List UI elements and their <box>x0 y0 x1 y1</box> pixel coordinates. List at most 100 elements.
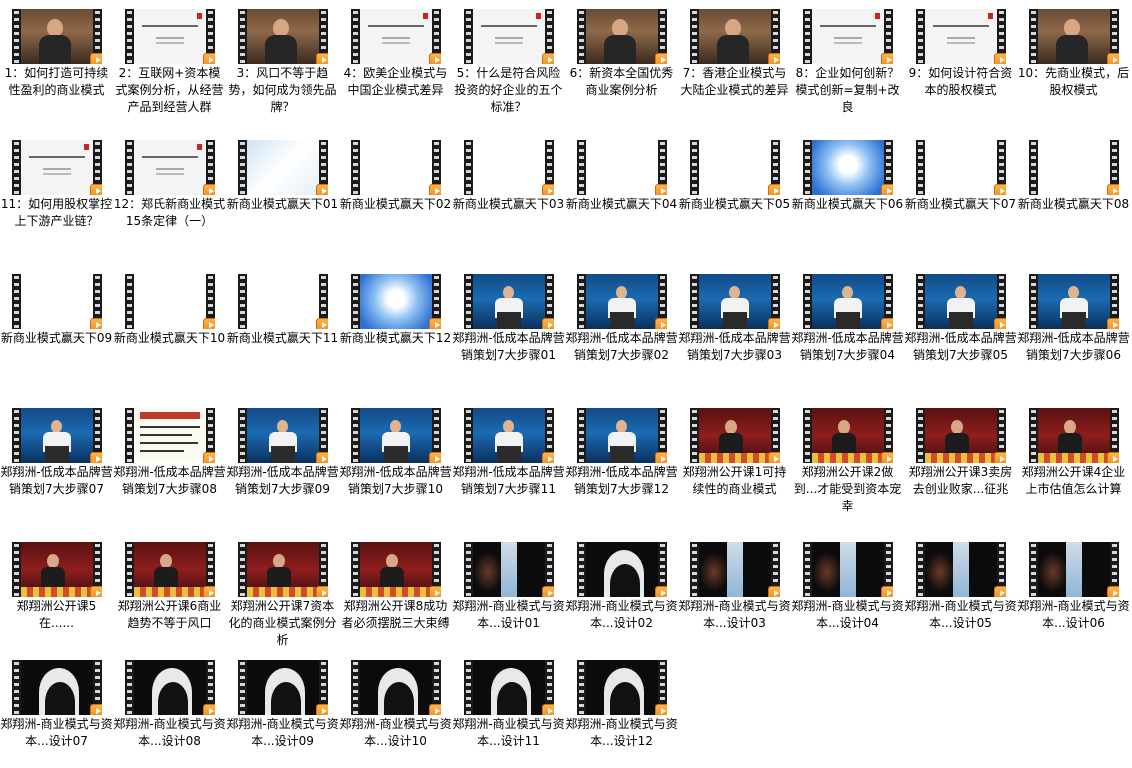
thumbnail-image <box>247 408 319 463</box>
video-thumbnail[interactable] <box>916 9 1006 64</box>
video-thumbnail[interactable] <box>238 660 328 715</box>
video-thumbnail[interactable] <box>1029 542 1119 597</box>
thumbnail-image <box>699 542 771 597</box>
video-thumbnail[interactable] <box>351 140 441 195</box>
video-thumbnail[interactable] <box>12 408 102 463</box>
video-thumbnail[interactable] <box>916 408 1006 463</box>
video-thumbnail[interactable] <box>238 9 328 64</box>
play-icon <box>1107 586 1119 597</box>
video-thumbnail[interactable] <box>238 140 328 195</box>
video-thumbnail[interactable] <box>12 9 102 64</box>
video-thumbnail[interactable] <box>351 9 441 64</box>
video-thumbnail[interactable] <box>577 408 667 463</box>
video-thumbnail[interactable] <box>238 274 328 329</box>
thumbnail-image <box>134 274 206 329</box>
video-thumbnail[interactable] <box>690 140 780 195</box>
video-thumbnail[interactable] <box>690 542 780 597</box>
thumbnail-image <box>1038 274 1110 329</box>
video-thumbnail[interactable] <box>803 542 893 597</box>
thumbnail-image <box>699 408 771 463</box>
play-icon <box>655 704 667 715</box>
film-strip-edge <box>803 408 812 463</box>
thumbnail-image <box>247 660 319 715</box>
video-thumbnail[interactable] <box>916 274 1006 329</box>
video-thumbnail[interactable] <box>1029 274 1119 329</box>
video-thumbnail[interactable] <box>577 542 667 597</box>
video-thumbnail[interactable] <box>916 140 1006 195</box>
film-strip-edge <box>12 660 21 715</box>
file-name-label: 郑翔洲公开课3卖房去创业败家...征兆 <box>908 465 1013 496</box>
play-icon <box>203 586 215 597</box>
video-thumbnail[interactable] <box>464 274 554 329</box>
video-thumbnail[interactable] <box>125 140 215 195</box>
video-thumbnail[interactable] <box>351 660 441 715</box>
thumbnail-image <box>134 140 206 195</box>
play-icon <box>203 53 215 64</box>
video-thumbnail[interactable] <box>1029 9 1119 64</box>
thumbnail-image <box>1038 9 1110 64</box>
video-thumbnail[interactable] <box>351 408 441 463</box>
video-thumbnail[interactable] <box>125 542 215 597</box>
film-strip-edge <box>351 274 360 329</box>
video-thumbnail[interactable] <box>464 542 554 597</box>
video-thumbnail[interactable] <box>12 274 102 329</box>
file-name-label: 郑翔洲-商业模式与资本...设计12 <box>565 717 678 748</box>
video-thumbnail[interactable] <box>803 408 893 463</box>
thumbnail-image <box>360 542 432 597</box>
file-name-label: 郑翔洲公开课4企业上市估值怎么计算 <box>1021 465 1126 496</box>
video-thumbnail[interactable] <box>125 408 215 463</box>
video-thumbnail[interactable] <box>464 9 554 64</box>
video-thumbnail[interactable] <box>12 542 102 597</box>
film-strip-edge <box>577 274 586 329</box>
film-strip-edge <box>1029 408 1038 463</box>
video-thumbnail[interactable] <box>690 9 780 64</box>
video-thumbnail[interactable] <box>238 408 328 463</box>
play-icon <box>881 586 893 597</box>
video-thumbnail[interactable] <box>125 9 215 64</box>
play-icon <box>90 452 102 463</box>
video-thumbnail[interactable] <box>351 542 441 597</box>
video-thumbnail[interactable] <box>690 408 780 463</box>
video-thumbnail[interactable] <box>1029 408 1119 463</box>
thumbnail-image <box>925 9 997 64</box>
video-thumbnail[interactable] <box>916 542 1006 597</box>
file-name-label: 郑翔洲-商业模式与资本...设计11 <box>452 717 565 748</box>
video-thumbnail[interactable] <box>351 274 441 329</box>
video-thumbnail[interactable] <box>577 274 667 329</box>
play-icon <box>316 704 328 715</box>
play-icon <box>881 452 893 463</box>
video-thumbnail[interactable] <box>238 542 328 597</box>
film-strip-edge <box>464 9 473 64</box>
thumbnail-image <box>1038 408 1110 463</box>
video-thumbnail[interactable] <box>1029 140 1119 195</box>
thumbnail-image <box>21 140 93 195</box>
video-thumbnail[interactable] <box>577 9 667 64</box>
video-thumbnail[interactable] <box>12 140 102 195</box>
play-icon <box>768 53 780 64</box>
thumbnail-image <box>473 274 545 329</box>
file-name-label: 3：风口不等于趋势，如何成为领先品牌？ <box>228 66 337 114</box>
video-thumbnail[interactable] <box>12 660 102 715</box>
film-strip-edge <box>351 660 360 715</box>
video-thumbnail[interactable] <box>125 274 215 329</box>
video-thumbnail[interactable] <box>464 140 554 195</box>
video-thumbnail[interactable] <box>125 660 215 715</box>
file-name-label: 郑翔洲公开课7资本化的商业模式案例分析 <box>228 599 337 647</box>
video-thumbnail[interactable] <box>803 140 893 195</box>
thumbnail-image <box>699 274 771 329</box>
file-name-label: 6：新资本全国优秀商业案例分析 <box>569 66 674 97</box>
play-icon <box>90 318 102 329</box>
file-name-label: 郑翔洲-低成本品牌营销策划7大步骤05 <box>904 331 1017 362</box>
video-thumbnail[interactable] <box>464 660 554 715</box>
video-thumbnail[interactable] <box>577 660 667 715</box>
video-thumbnail[interactable] <box>803 9 893 64</box>
video-thumbnail[interactable] <box>690 274 780 329</box>
video-thumbnail[interactable] <box>803 274 893 329</box>
file-name-label: 郑翔洲-低成本品牌营销策划7大步骤08 <box>113 465 226 496</box>
thumbnail-image <box>812 542 884 597</box>
thumbnail-image <box>134 408 206 463</box>
play-icon <box>655 318 667 329</box>
video-thumbnail[interactable] <box>577 140 667 195</box>
video-thumbnail[interactable] <box>464 408 554 463</box>
thumbnail-image <box>1038 140 1110 195</box>
